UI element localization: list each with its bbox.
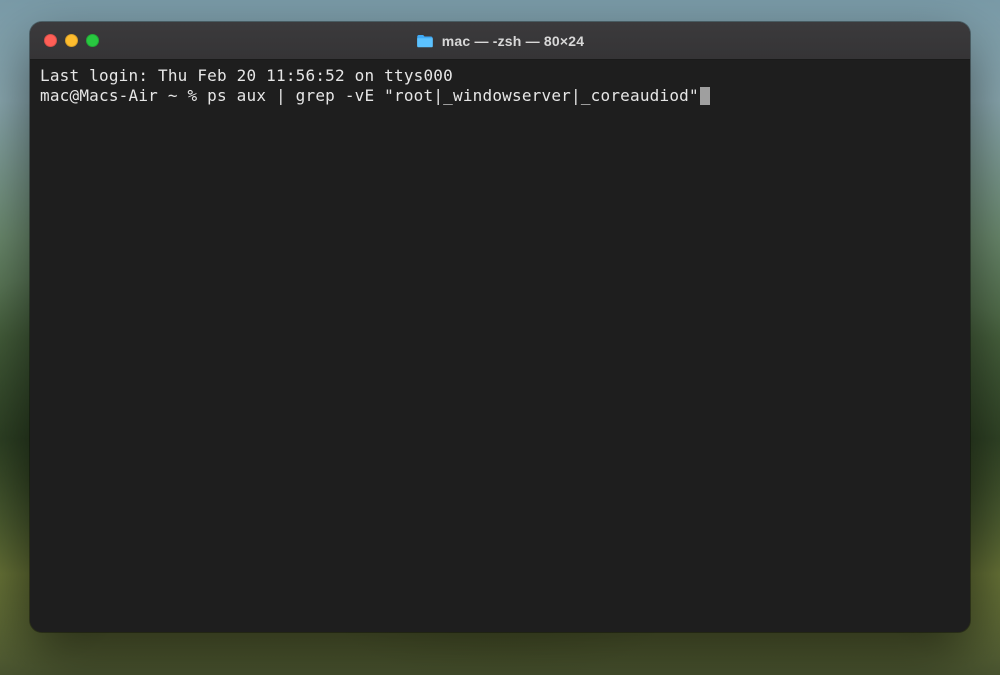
zoom-button[interactable] xyxy=(86,34,99,47)
terminal-body[interactable]: Last login: Thu Feb 20 11:56:52 on ttys0… xyxy=(30,60,970,632)
window-title: mac — -zsh — 80×24 xyxy=(442,33,585,49)
traffic-lights xyxy=(30,34,99,47)
cursor-block xyxy=(700,87,710,105)
terminal-window: mac — -zsh — 80×24 Last login: Thu Feb 2… xyxy=(30,22,970,632)
shell-prompt: mac@Macs-Air ~ % xyxy=(40,86,207,105)
minimize-button[interactable] xyxy=(65,34,78,47)
folder-icon xyxy=(416,34,434,48)
command-input[interactable]: ps aux | grep -vE "root|_windowserver|_c… xyxy=(207,86,699,105)
titlebar[interactable]: mac — -zsh — 80×24 xyxy=(30,22,970,60)
title-center: mac — -zsh — 80×24 xyxy=(30,33,970,49)
close-button[interactable] xyxy=(44,34,57,47)
last-login-line: Last login: Thu Feb 20 11:56:52 on ttys0… xyxy=(40,66,960,86)
prompt-line: mac@Macs-Air ~ % ps aux | grep -vE "root… xyxy=(40,86,960,106)
